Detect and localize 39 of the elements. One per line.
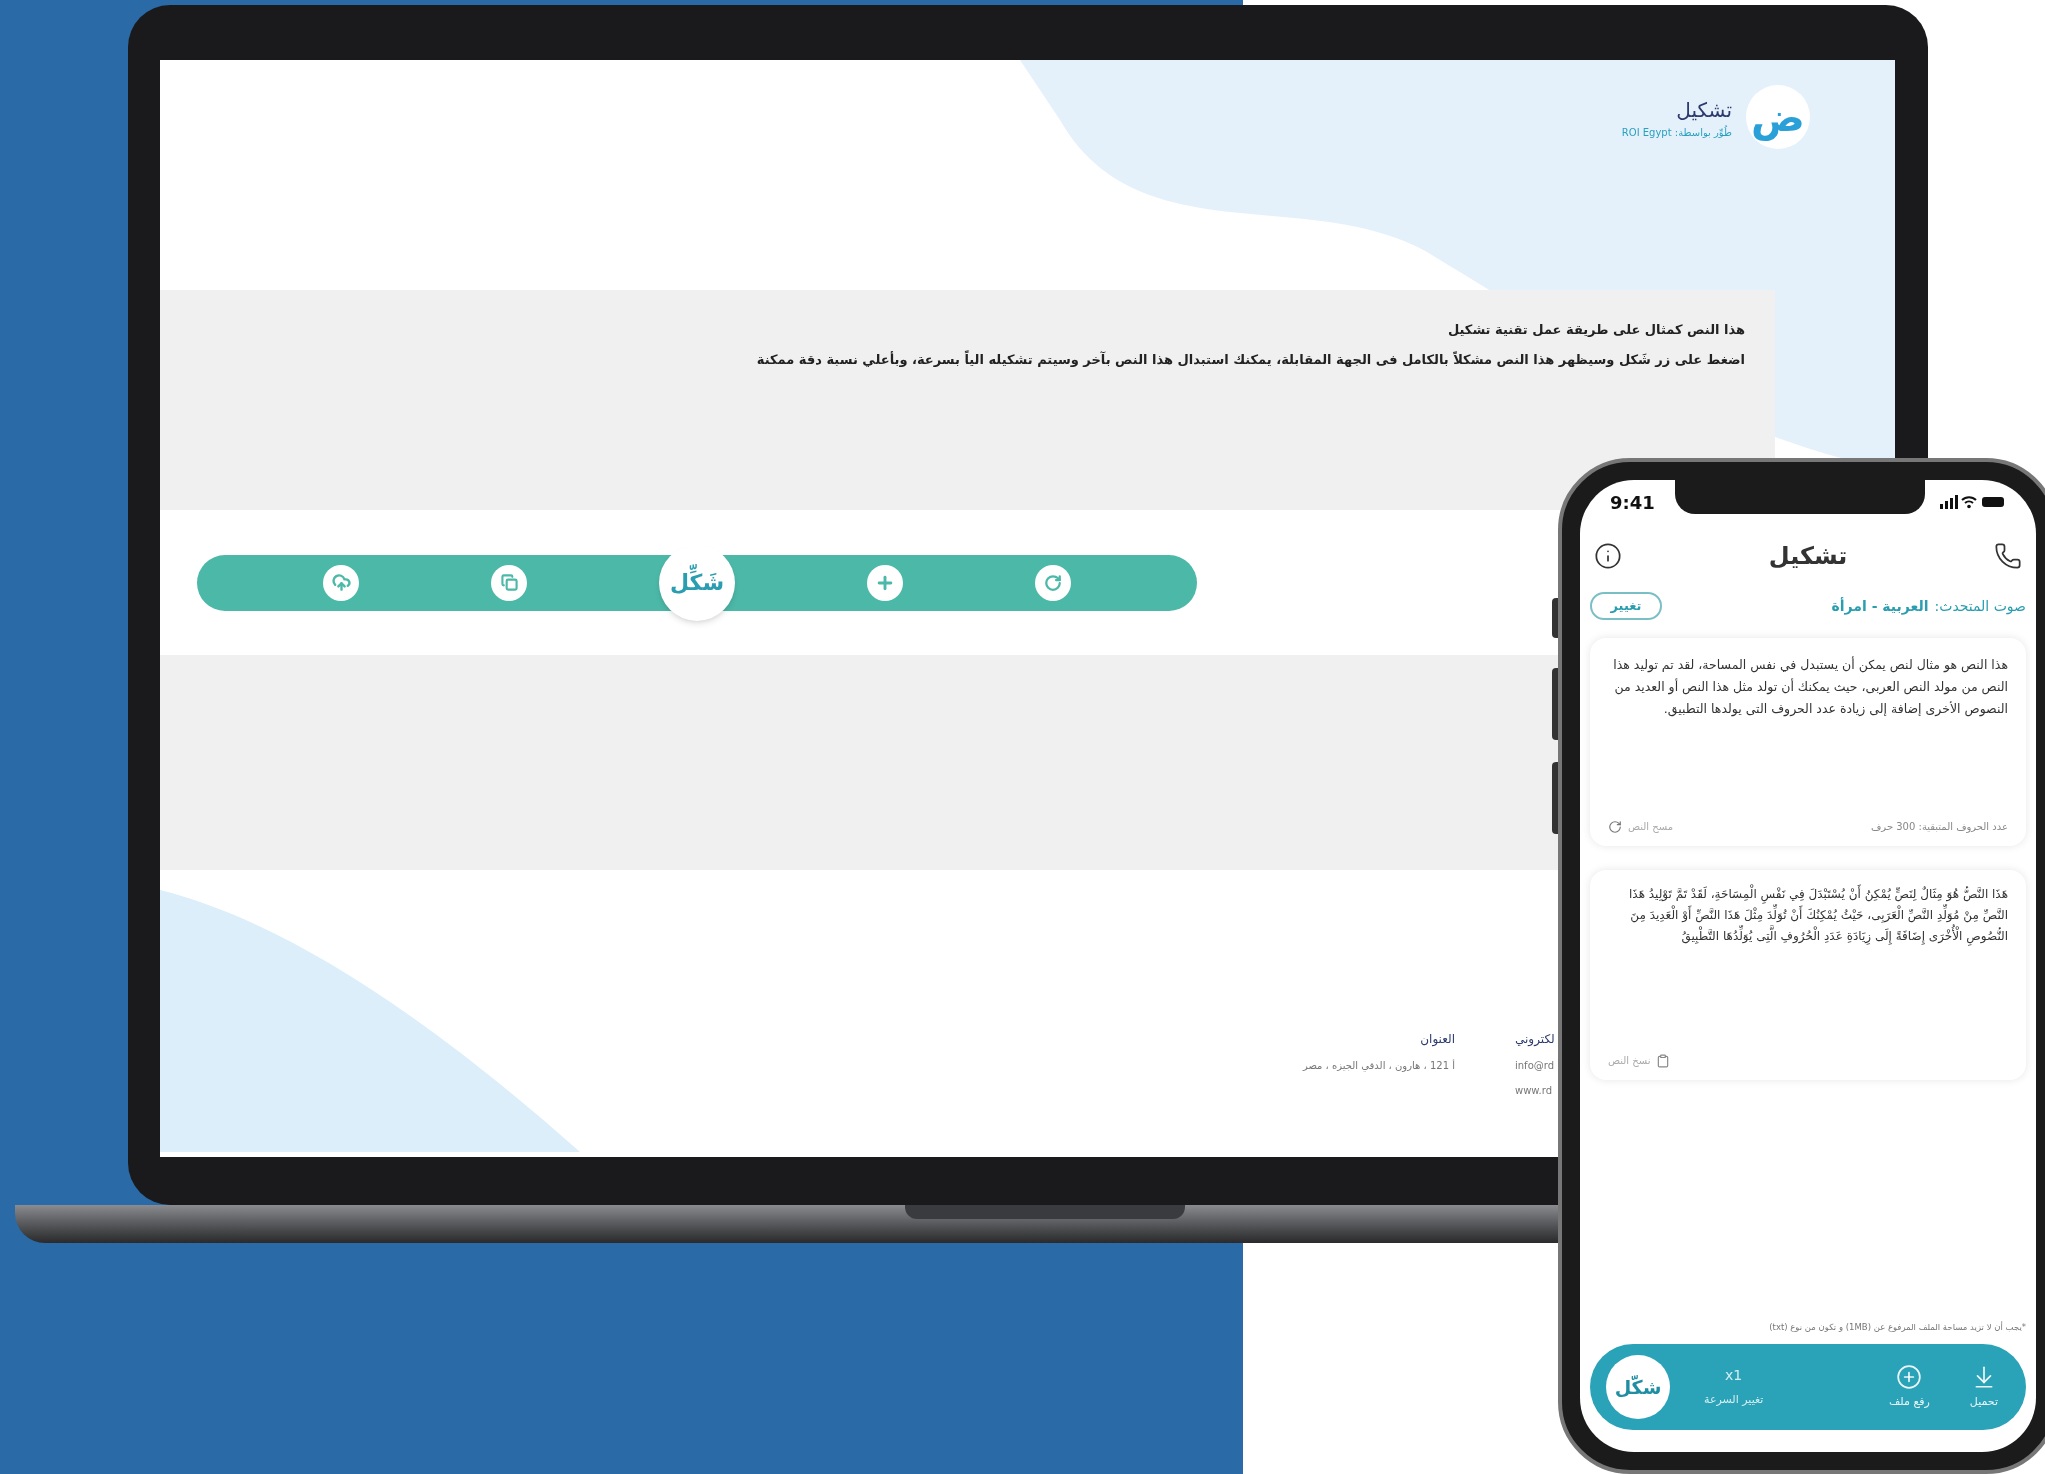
- refresh-icon: [1044, 573, 1062, 592]
- download-button[interactable]: تحميل: [1969, 1363, 1998, 1411]
- phone-call-icon[interactable]: [1994, 542, 2022, 570]
- logo-subtitle: طُوِّر بواسطة: ROI Egypt: [1621, 125, 1732, 140]
- add-button[interactable]: [867, 564, 903, 601]
- upload-button[interactable]: [323, 564, 359, 601]
- shakkil-button[interactable]: شَكِّل: [659, 544, 735, 621]
- plus-circle-icon: [1896, 1363, 1923, 1390]
- intro-text: اضغط على زر شَكل وسيظهر هذا النص مشكلاً بالكامل فى الجهة المقابلة، يمكنك استبدال هذا النص بآخر وسيتم تشكيله الياً بسرعة، وبأعلي نسبة دقة ممكنة: [755, 349, 1745, 369]
- upload-file-button[interactable]: رفع ملف: [1889, 1363, 1930, 1411]
- cloud-upload-icon: [331, 573, 351, 592]
- logo-title: تشكيل: [1676, 97, 1732, 124]
- change-voice-button[interactable]: تغيير: [1590, 592, 1662, 620]
- footer-heading: العنوان: [1420, 1031, 1455, 1048]
- input-text[interactable]: هذا النص هو مثال لنص يمكن أن يستبدل في نفس المساحة، لقد تم توليد هذا النص من مولد النص العربى، حيث يمكنك أن تولد مثل هذا النص أو العديد من النصوص الأخرى إضافة إلى زيادة عدد الحروف التى يولدها التطبيق.: [1608, 654, 2008, 720]
- character-counter: عدد الحروف المتبقية: 300 حرف: [1871, 820, 2008, 834]
- clear-text-button[interactable]: مسح النص: [1608, 819, 1673, 834]
- copy-icon: [500, 574, 518, 591]
- app-title: تشكيل: [1768, 541, 1848, 572]
- refresh-icon: [1608, 819, 1622, 834]
- intro-text: هذا النص كمثال على طريقة عمل تقنية تشكيل: [1446, 321, 1745, 339]
- footer-heading: لكتروني: [1515, 1031, 1555, 1048]
- footer-text: info@rd: [1515, 1059, 1555, 1073]
- voice-value: العربية - امرأة: [1831, 596, 1929, 617]
- info-icon[interactable]: [1594, 542, 1622, 570]
- speed-value[interactable]: x1: [1725, 1365, 1743, 1387]
- upload-note: *يجب أن لا تزيد مساحة الملف المرفوع عن (1MB) و تكون من نوع (txt): [1768, 1321, 2027, 1334]
- status-time: 9:41: [1610, 490, 1655, 515]
- speed-label: تغيير السرعة: [1704, 1392, 1764, 1409]
- output-text: هَذَا النَّصُّ هُوَ مِثَالٌ لِنَصٍّ يُمْكِنُ أَنْ يُسْتَبْدَلَ فِي نَفْسِ الْمِسَاحَةِ، لَقَدْ تَمَّ تَوْلِيدُ هَذَا النَّصِّ مِنْ مُوَلِّدِ النَّصِّ الْعَرَبِى، حَيْثُ يُمْكِنُكَ أَنْ تُوَلِّدَ مِثْلَ هَذَا النَّصِّ أَوْ الْعَدِيدَ مِنَ النُّصُوصِ الْأُخْرَى إِضَافَةً إِلَى زِيَادَةِ عَدَدِ الْحُرُوفِ الَّتِى يُوَلِّدُهَا التَّطْبِيقُ: [1608, 884, 2008, 947]
- reset-button[interactable]: [1035, 564, 1071, 601]
- copy-text-button[interactable]: نسخ النص: [1608, 1053, 1671, 1068]
- footer-text: أ 121 ، هارون ، الدقي الجيزه ، مصر: [1302, 1058, 1455, 1073]
- clipboard-icon: [1656, 1053, 1671, 1068]
- status-icons-drawing: [1940, 495, 2006, 509]
- shakkil-button[interactable]: شكّل: [1606, 1355, 1670, 1419]
- copy-button[interactable]: [491, 564, 527, 601]
- voice-label: صوت المتحدث:: [1934, 596, 2026, 617]
- footer-text: www.rd: [1515, 1084, 1553, 1098]
